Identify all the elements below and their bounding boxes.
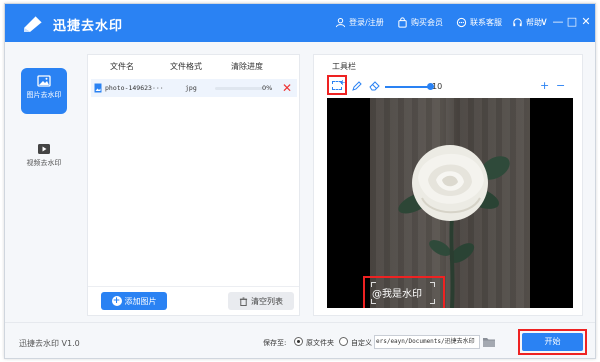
folder-icon[interactable] bbox=[482, 335, 496, 349]
minimize-button[interactable]: — bbox=[552, 15, 564, 29]
sidebar-item-video-watermark[interactable]: 视频去水印 bbox=[21, 136, 67, 182]
buy-member-label: 购买会员 bbox=[411, 18, 443, 27]
column-header-progress: 清除进度 bbox=[231, 62, 263, 71]
bottom-bar: 迅捷去水印 V1.0 保存至: 原文件夹 自定义 ers/eayn/Docume… bbox=[5, 322, 595, 358]
sidebar-item-label: 图片去水印 bbox=[26, 91, 62, 99]
login-button[interactable]: 登录/注册 bbox=[335, 17, 384, 28]
headset-icon bbox=[513, 18, 522, 27]
sidebar-item-label: 视频去水印 bbox=[26, 159, 62, 167]
add-image-button[interactable]: + 添加图片 bbox=[101, 292, 167, 310]
eraser-icon[interactable] bbox=[369, 80, 380, 91]
pen-icon[interactable] bbox=[352, 81, 362, 91]
sidebar-item-image-watermark[interactable]: 图片去水印 bbox=[21, 68, 67, 114]
brush-size-slider[interactable] bbox=[385, 83, 434, 90]
video-icon bbox=[38, 144, 50, 154]
image-file-icon bbox=[94, 83, 102, 93]
close-button[interactable]: ✕ bbox=[580, 15, 592, 29]
column-header-format: 文件格式 bbox=[170, 62, 202, 71]
shopping-bag-icon bbox=[398, 17, 407, 28]
zoom-in-button[interactable]: + bbox=[540, 79, 549, 92]
trash-icon bbox=[239, 296, 248, 306]
brush-size-value: 10 bbox=[432, 82, 443, 91]
contact-button[interactable]: 联系客服 bbox=[456, 17, 502, 28]
maximize-button[interactable]: □ bbox=[566, 15, 578, 29]
column-header-name: 文件名 bbox=[110, 62, 134, 71]
plus-icon: + bbox=[339, 78, 346, 87]
file-list-header: 文件名 文件格式 清除进度 bbox=[88, 61, 299, 75]
editor-panel: 工具栏 + 10 + − @我是水印 bbox=[313, 54, 583, 316]
toolbar-label: 工具栏 bbox=[332, 62, 356, 71]
watermark-text: @我是水印 bbox=[372, 289, 422, 300]
file-format: jpg bbox=[185, 84, 197, 92]
image-preview[interactable]: @我是水印 bbox=[327, 98, 573, 308]
radio-original-folder[interactable] bbox=[294, 337, 303, 346]
delete-file-button[interactable]: ✕ bbox=[281, 81, 293, 95]
menu-dropdown-button[interactable]: ∨ bbox=[538, 15, 550, 29]
title-bar: 迅捷去水印 登录/注册 购买会员 联系客服 帮助 ∨ — □ ✕ bbox=[5, 4, 595, 42]
save-to-label: 保存至: bbox=[263, 339, 287, 347]
app-title: 迅捷去水印 bbox=[53, 19, 124, 34]
progress-percent: 0% bbox=[262, 84, 273, 92]
user-icon bbox=[335, 17, 346, 28]
clear-list-button[interactable]: 清空列表 bbox=[228, 292, 294, 310]
table-row[interactable]: photo-149623··· jpg 0% ✕ bbox=[91, 79, 297, 97]
clear-list-label: 清空列表 bbox=[251, 296, 283, 306]
image-icon bbox=[37, 75, 51, 87]
chat-icon bbox=[456, 17, 467, 28]
sidebar: 图片去水印 视频去水印 bbox=[5, 42, 83, 322]
original-folder-label: 原文件夹 bbox=[306, 339, 334, 347]
rectangle-select-tool[interactable]: + bbox=[327, 75, 347, 95]
add-image-label: 添加图片 bbox=[124, 296, 157, 306]
start-highlight-box: 开始 bbox=[518, 329, 587, 355]
login-label: 登录/注册 bbox=[349, 18, 384, 27]
custom-folder-label: 自定义 bbox=[351, 339, 372, 347]
radio-custom-folder[interactable] bbox=[339, 337, 348, 346]
save-path-field[interactable]: ers/eayn/Documents/迅捷去水印 bbox=[374, 335, 480, 349]
app-window: 迅捷去水印 登录/注册 购买会员 联系客服 帮助 ∨ — □ ✕ 图片去水印 视… bbox=[4, 3, 596, 359]
app-version: 迅捷去水印 V1.0 bbox=[19, 339, 80, 348]
plus-icon: + bbox=[111, 296, 122, 306]
watermark-highlight-box: @我是水印 bbox=[363, 276, 445, 308]
progress-bar bbox=[215, 87, 265, 90]
contact-label: 联系客服 bbox=[470, 18, 502, 27]
divider bbox=[88, 286, 299, 287]
file-name: photo-149623··· bbox=[105, 84, 164, 92]
zoom-out-button[interactable]: − bbox=[556, 79, 565, 92]
file-list-panel: 文件名 文件格式 清除进度 photo-149623··· jpg 0% ✕ +… bbox=[87, 54, 300, 316]
app-logo-icon bbox=[24, 15, 43, 32]
start-button[interactable]: 开始 bbox=[522, 333, 583, 351]
buy-member-button[interactable]: 购买会员 bbox=[397, 17, 443, 28]
